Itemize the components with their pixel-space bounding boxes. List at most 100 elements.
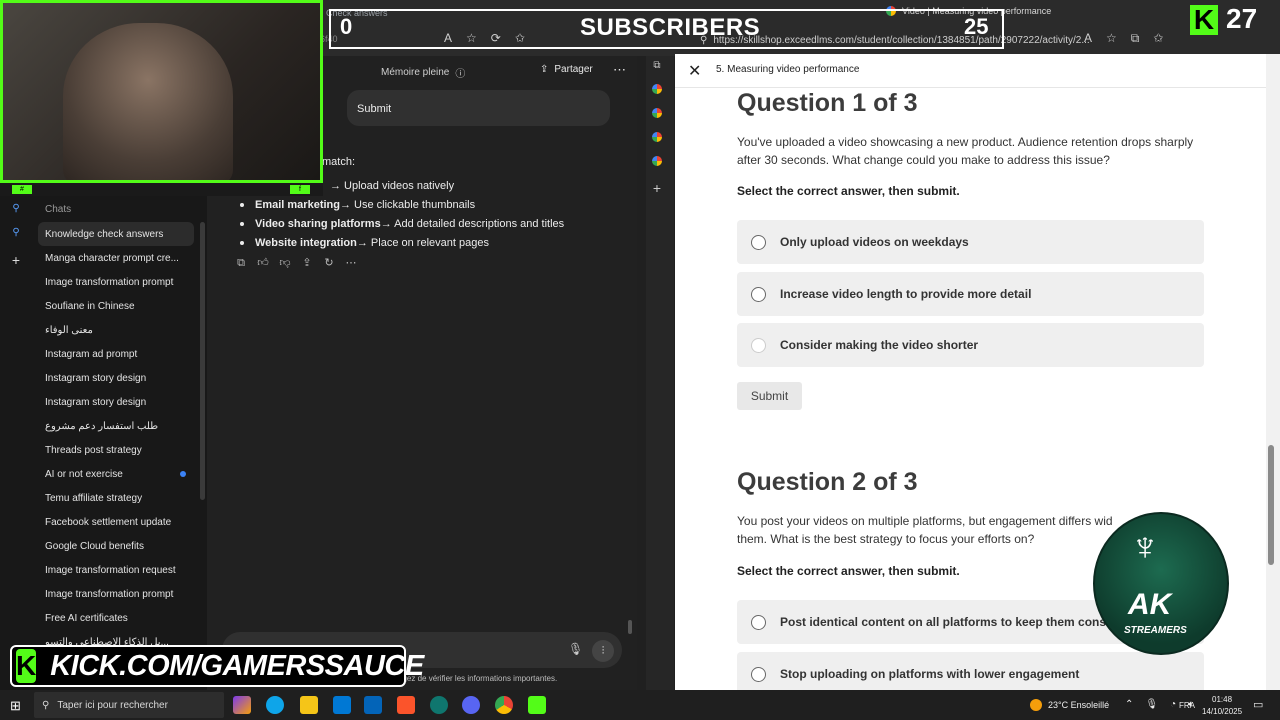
chats-heading: Chats <box>45 204 72 215</box>
sidebar-chat-item[interactable]: طلب استفسار دعم مشروع <box>38 414 194 438</box>
chevron-up-icon[interactable]: ⌃ <box>1125 699 1133 710</box>
answer-option[interactable]: Increase video length to provide more de… <box>737 272 1204 316</box>
page-scrollbar[interactable] <box>1268 445 1274 565</box>
sidebar-chat-item[interactable]: AI or not exercise <box>38 462 194 486</box>
thumbs-up-icon[interactable]: 👍︎ <box>256 256 270 270</box>
answer-option[interactable]: Only upload videos on weekdays <box>737 220 1204 264</box>
chat-item-label: Google Cloud benefits <box>45 540 144 552</box>
file-explorer-icon[interactable] <box>300 696 318 714</box>
google-tab-icon[interactable] <box>652 108 662 118</box>
microphone-icon[interactable]: 🎙︎ <box>1145 699 1158 710</box>
sidebar-scrollbar[interactable] <box>200 222 205 500</box>
notification-icon[interactable]: ▭ <box>1253 698 1263 711</box>
brave-icon[interactable] <box>397 696 415 714</box>
more-icon[interactable]: ⋯ <box>344 256 358 270</box>
chat-scrollbar[interactable] <box>628 620 632 634</box>
kick-url: KICK.COM/GAMERSSAUCE <box>50 649 424 682</box>
option-label: Post identical content on all platforms … <box>780 615 1127 629</box>
question-2-text: You post your videos on multiple platfor… <box>737 514 1113 546</box>
edge-icon[interactable] <box>266 696 284 714</box>
app-icon[interactable] <box>430 696 448 714</box>
submit-button[interactable]: Submit <box>737 382 802 410</box>
sidebar-chat-item[interactable]: Soufiane in Chinese <box>38 294 194 318</box>
radio-button[interactable] <box>751 666 766 682</box>
radio-button[interactable] <box>751 337 766 353</box>
info-icon[interactable]: ⓘ <box>455 65 465 80</box>
sidebar-chat-item[interactable]: Instagram story design <box>38 366 194 390</box>
sidebar-chat-item[interactable]: Image transformation prompt <box>38 582 194 606</box>
chat-item-label: Manga character prompt cre... <box>45 252 179 264</box>
read-aloud-icon[interactable]: A <box>1084 31 1092 46</box>
sidebar-chat-item[interactable]: Facebook settlement update <box>38 510 194 534</box>
chat-item-label: AI or not exercise <box>45 468 123 480</box>
google-tab-icon[interactable] <box>652 84 662 94</box>
voice-mode-icon[interactable]: ⫶ <box>592 640 614 662</box>
share-button[interactable]: ⇪ Partager <box>540 64 593 75</box>
radio-button[interactable] <box>751 234 766 250</box>
kick-logo-icon: K <box>1190 5 1218 35</box>
sidebar-chat-item[interactable]: Image transformation request <box>38 558 194 582</box>
kick-app-icon[interactable] <box>528 696 546 714</box>
webcam-overlay <box>0 0 323 183</box>
close-icon[interactable]: ✕ <box>688 61 701 81</box>
taskbar-search[interactable]: ⚲ Taper ici pour rechercher <box>34 692 224 718</box>
more-options-icon[interactable]: ⋯ <box>613 62 626 78</box>
language-indicator[interactable]: FRA <box>1179 701 1195 710</box>
list-item: Video sharing platforms → Add detailed d… <box>240 214 630 233</box>
kick-count: 27 <box>1226 3 1258 34</box>
sidebar-chat-item[interactable]: Instagram story design <box>38 390 194 414</box>
sidebar-chat-item[interactable]: Free AI certificates <box>38 606 194 630</box>
copy-icon[interactable]: ⧉ <box>234 256 248 270</box>
bullet-bold: Video sharing platforms <box>255 217 381 230</box>
chat-item-label: Soufiane in Chinese <box>45 300 135 312</box>
thumbs-down-icon[interactable]: 👎︎ <box>278 256 292 270</box>
plus-icon[interactable]: + <box>9 252 23 268</box>
wifi-icon[interactable]: ◔ <box>1170 699 1176 710</box>
chat-item-label: Knowledge check answers <box>45 228 164 240</box>
kick-banner: K KICK.COM/GAMERSSAUCE <box>10 645 424 687</box>
share-icon: ⇪ <box>540 64 549 75</box>
bullet-bold: Website integration <box>255 236 357 249</box>
chrome-icon[interactable] <box>495 696 513 714</box>
clock[interactable]: 01:48 14/10/2025 <box>1202 694 1242 718</box>
google-tab-icon[interactable] <box>652 156 662 166</box>
sidebar-chat-item[interactable]: Threads post strategy <box>38 438 194 462</box>
sidebar-chat-item[interactable]: Knowledge check answers <box>38 222 194 246</box>
sidebar-chat-item[interactable]: Google Cloud benefits <box>38 534 194 558</box>
new-tab-icon[interactable]: + <box>651 180 663 196</box>
microphone-icon[interactable]: 🎙︎ <box>568 642 583 656</box>
search-icon[interactable]: ⚲ <box>9 203 23 217</box>
webcam-tag-right: f <box>290 185 310 194</box>
question-2-title: Question 2 of 3 <box>737 468 918 496</box>
favorite-icon[interactable]: ☆ <box>1106 31 1117 46</box>
discord-icon[interactable] <box>462 696 480 714</box>
extensions-icon[interactable]: ⧉ <box>1131 31 1140 46</box>
radio-button[interactable] <box>751 286 766 302</box>
chat-item-label: طلب استفسار دعم مشروع <box>45 420 159 432</box>
sidebar-chat-item[interactable]: Manga character prompt cre... <box>38 246 194 270</box>
share-icon[interactable]: ⇪ <box>300 256 314 270</box>
sidebar-chat-item[interactable]: Temu affiliate strategy <box>38 486 194 510</box>
tab-actions-icon[interactable]: ⧉ <box>651 60 663 72</box>
search-icon[interactable]: ⚲ <box>9 227 23 241</box>
sidebar-rail <box>0 196 32 690</box>
phoenix-icon: ♆ <box>1130 525 1160 569</box>
favorites-icon[interactable]: ✩ <box>1153 31 1163 46</box>
answer-option[interactable]: Consider making the video shorter <box>737 323 1204 367</box>
chat-item-label: Instagram story design <box>45 372 147 384</box>
regenerate-icon[interactable]: ↻ <box>322 256 336 270</box>
sidebar-chat-item[interactable]: Instagram ad prompt <box>38 342 194 366</box>
windows-start-icon[interactable]: ⊞ <box>10 698 21 714</box>
chat-item-label: Temu affiliate strategy <box>45 492 143 504</box>
sidebar-chat-item[interactable]: Image transformation prompt <box>38 270 194 294</box>
sidebar-chat-item[interactable]: معنى الوفاء <box>38 318 194 342</box>
weather-text: 23°C Ensoleillé <box>1048 700 1110 710</box>
outlook-icon[interactable] <box>364 696 382 714</box>
kick-logo-icon: K <box>16 649 37 683</box>
weather-widget[interactable]: 23°C Ensoleillé <box>1030 699 1109 711</box>
store-icon[interactable] <box>333 696 351 714</box>
option-label: Only upload videos on weekdays <box>780 235 969 249</box>
radio-button[interactable] <box>751 614 766 630</box>
google-tab-icon[interactable] <box>652 132 662 142</box>
copilot-icon[interactable] <box>233 696 251 714</box>
